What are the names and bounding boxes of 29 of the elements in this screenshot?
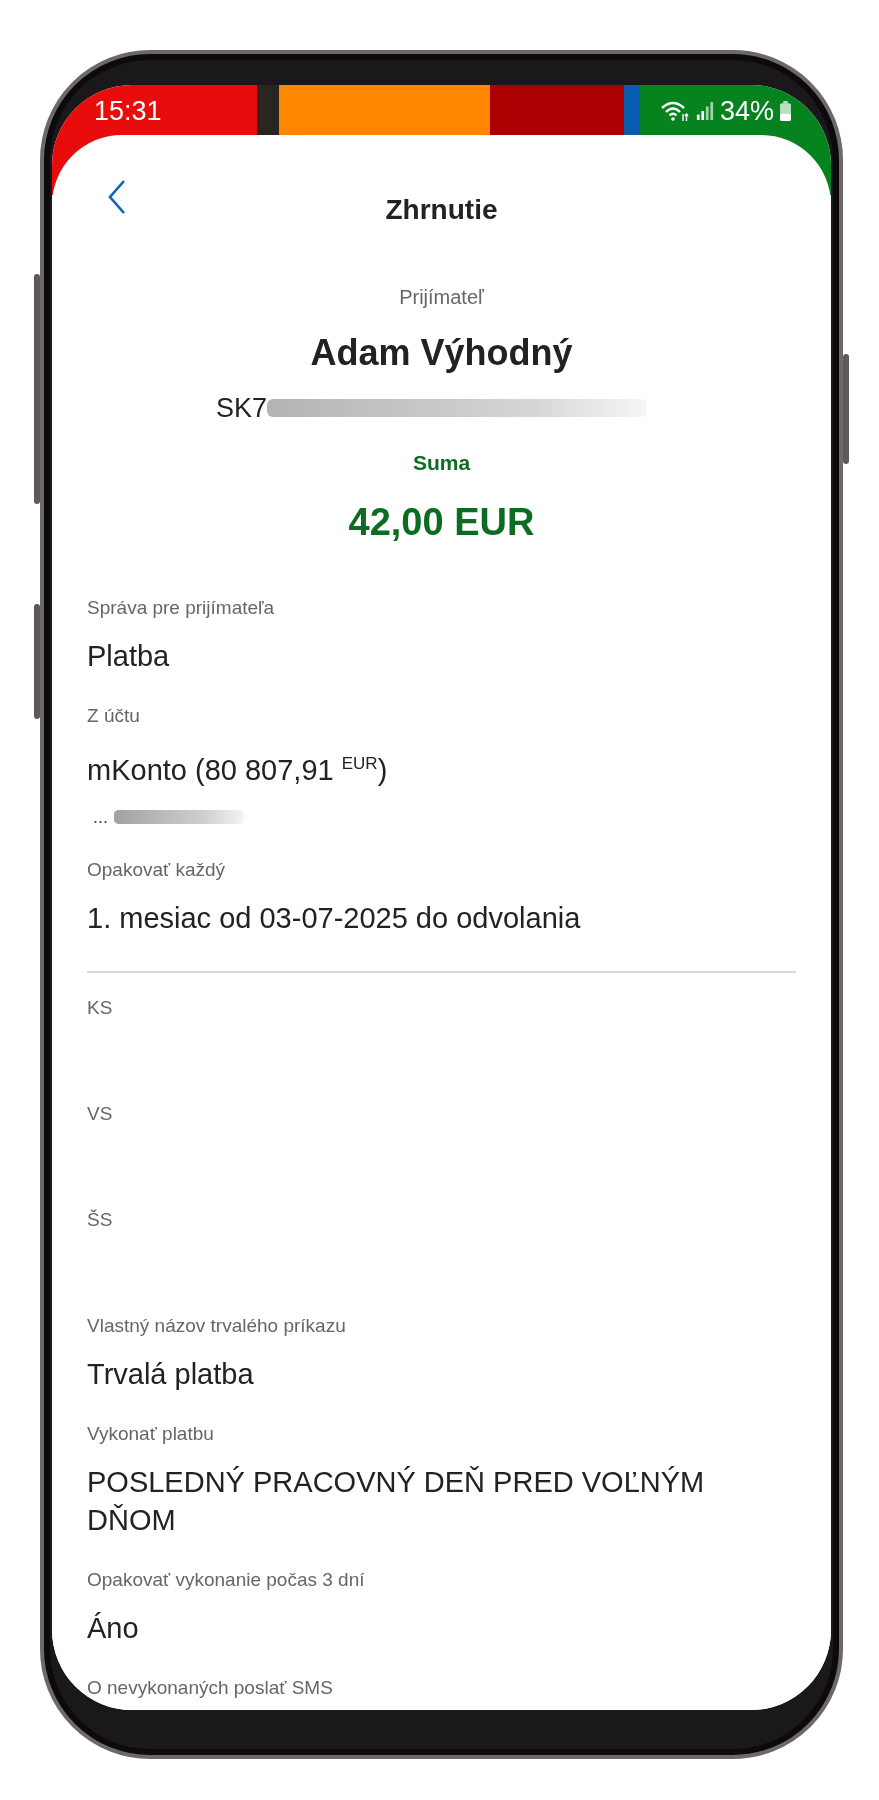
amount-value: 42,00 EUR [348, 500, 535, 545]
field-label: ŠS [87, 1208, 113, 1230]
back-icon[interactable] [107, 179, 127, 215]
field-label: Opakovať každý [87, 857, 226, 882]
field-label: Vykonať platbu [87, 1421, 214, 1446]
recipient-label: Prijímateľ [399, 285, 484, 310]
field-value: 1. mesiac od 03-07-2025 do odvolania [87, 900, 581, 936]
account-number: ... [93, 805, 108, 829]
field-label: KS [87, 996, 113, 1018]
field-value: POSLEDNÝ PRACOVNÝ DEŇ PRED VOĽNÝM DŇOM [87, 1464, 706, 1538]
recipient-iban: SK7 [215, 392, 267, 425]
amount-label: Suma [412, 450, 471, 476]
screen-title: Zhrnutie [385, 194, 498, 226]
field-value: Trvalá platba [87, 1356, 254, 1392]
signal-icon [695, 102, 714, 120]
wifi-icon [659, 100, 690, 122]
recipient-name: Adam Výhodný [310, 331, 573, 375]
battery-percent: 34% [719, 95, 774, 127]
status-time: 15:31 [94, 95, 162, 127]
field-label: Z účtu [87, 704, 140, 728]
field-label: Opakovať vykonanie počas 3 dní [87, 1567, 365, 1592]
battery-icon [780, 101, 791, 121]
field-label: O nevykonaných poslať SMS [87, 1675, 333, 1700]
field-label: VS [87, 1102, 113, 1124]
field-label: Správa pre prijímateľa [87, 596, 275, 620]
field-label: Vlastný názov trvalého príkazu [87, 1313, 346, 1338]
field-value: mKonto (80 807,91 $^{EUR}$) [87, 752, 388, 788]
field-value: Platba [87, 639, 170, 674]
field-value: Áno [87, 1610, 139, 1646]
